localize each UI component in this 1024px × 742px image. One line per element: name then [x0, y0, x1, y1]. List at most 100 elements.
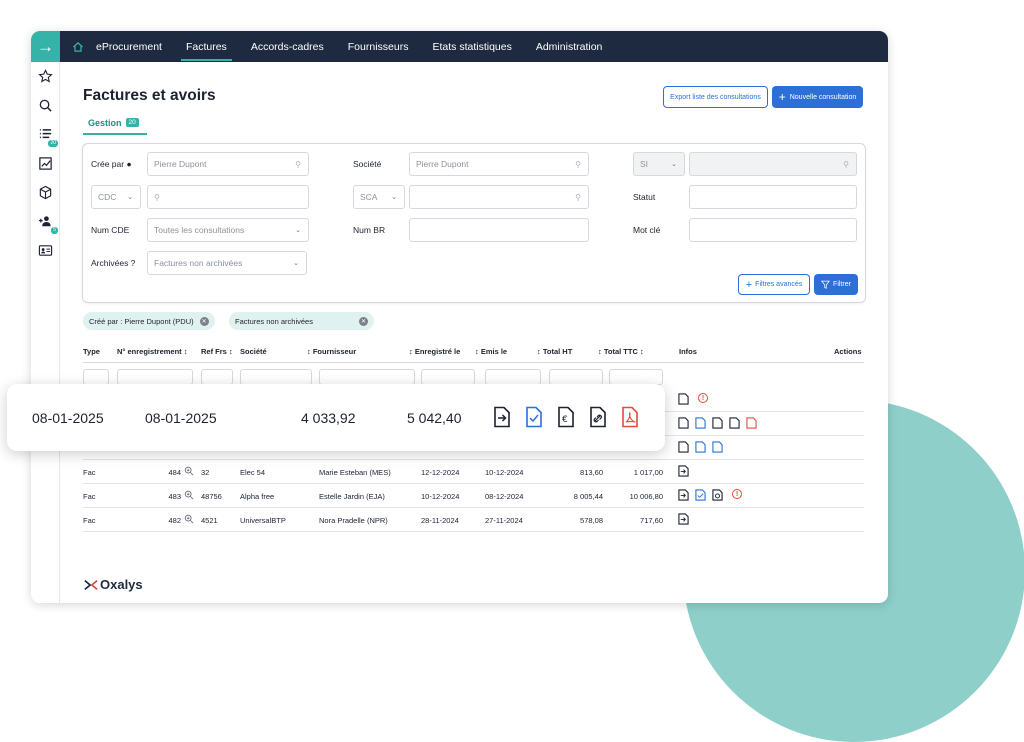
sort-icon: ↕ — [183, 347, 188, 356]
header-num[interactable]: N° enregistrement ↕ — [117, 347, 188, 356]
statut-input[interactable] — [689, 185, 857, 209]
num-br-input[interactable] — [409, 218, 589, 242]
num-filter[interactable] — [117, 369, 193, 385]
doc-euro-icon[interactable] — [712, 489, 723, 501]
sca-select[interactable]: SCA ⌄ — [353, 185, 405, 209]
sort-icon: ↕ — [639, 347, 644, 356]
enregistre-filter[interactable] — [421, 369, 475, 385]
header-fournisseur[interactable]: ↕ Fournisseur — [307, 347, 356, 356]
row-infos — [678, 465, 689, 477]
header-infos: Infos — [679, 347, 697, 356]
ht-filter[interactable] — [549, 369, 603, 385]
id-card-icon[interactable] — [31, 236, 60, 265]
callout-date-enregistre: 08-01-2025 — [32, 410, 104, 426]
zoom-icon[interactable] — [184, 466, 194, 476]
cell-fournisseur: Estelle Jardin (EJA) — [319, 492, 385, 501]
close-icon[interactable]: ✕ — [358, 316, 368, 326]
tab-gestion[interactable]: Gestion 20 — [83, 118, 147, 135]
ref-filter[interactable] — [201, 369, 233, 385]
cell-ttc: 10 006,80 — [629, 492, 663, 501]
doc-arrow-icon[interactable] — [493, 406, 511, 428]
table-row[interactable]: Fac 482 4521 UniversalBTP Nora Pradelle … — [83, 508, 864, 532]
doc-check-icon[interactable] — [695, 441, 706, 453]
nav-fournisseurs[interactable]: Fournisseurs — [348, 31, 409, 62]
sca-input[interactable]: ⚲ — [409, 185, 589, 209]
doc-arrow-icon[interactable] — [678, 513, 689, 525]
warning-icon[interactable]: ! — [732, 489, 742, 499]
nav-eprocurement[interactable]: eProcurement — [96, 31, 162, 62]
cube-icon[interactable] — [31, 178, 60, 207]
doc-arrow-icon[interactable] — [678, 441, 689, 453]
si-select-value: SI — [640, 159, 649, 169]
table-row[interactable]: Fac 484 32 Elec 54 Marie Esteban (MES) 1… — [83, 460, 864, 484]
table-row[interactable]: Fac 483 48756 Alpha free Estelle Jardin … — [83, 484, 864, 508]
pdf-icon[interactable] — [746, 417, 757, 429]
doc-euro-icon[interactable] — [712, 417, 723, 429]
ttc-filter[interactable] — [609, 369, 663, 385]
doc-euro-icon[interactable] — [712, 441, 723, 453]
cdc-input[interactable]: ⚲ — [147, 185, 309, 209]
header-emis[interactable]: ↕ Emis le — [475, 347, 507, 356]
advanced-filters-button[interactable]: + Filtres avancés — [738, 274, 810, 295]
home-icon[interactable] — [60, 41, 96, 53]
nav-accords-cadres[interactable]: Accords-cadres — [251, 31, 324, 62]
fournisseur-filter[interactable] — [319, 369, 415, 385]
nav-administration[interactable]: Administration — [536, 31, 603, 62]
zoom-icon[interactable] — [184, 490, 194, 500]
cell-num: 484 — [168, 468, 181, 477]
doc-check-icon[interactable] — [525, 406, 543, 428]
societe-input[interactable]: Pierre Dupont ⚲ — [409, 152, 589, 176]
doc-link-icon[interactable] — [729, 417, 740, 429]
doc-link-icon[interactable] — [589, 406, 607, 428]
header-ht-label: Total HT — [542, 347, 573, 356]
list-badge: 20 — [48, 140, 58, 147]
societe-label: Société — [353, 159, 382, 169]
si-input[interactable]: ⚲ — [689, 152, 857, 176]
export-button[interactable]: Export liste des consultations — [663, 86, 768, 108]
societe-filter[interactable] — [240, 369, 312, 385]
doc-euro-icon[interactable]: € — [557, 406, 575, 428]
warning-icon[interactable]: ! — [698, 393, 708, 403]
header-fournisseur-label: Fournisseur — [312, 347, 357, 356]
user-add-icon[interactable]: 5 — [31, 207, 60, 236]
cdc-select[interactable]: CDC ⌄ — [91, 185, 141, 209]
search-icon[interactable] — [31, 91, 60, 120]
doc-check-icon[interactable] — [695, 417, 706, 429]
doc-arrow-icon[interactable] — [678, 417, 689, 429]
header-ref-label: Ref Frs — [201, 347, 227, 356]
header-ht[interactable]: ↕ Total HT — [537, 347, 572, 356]
doc-arrow-icon[interactable] — [678, 465, 689, 477]
chip-cree-par: Créé par : Pierre Dupont (PDU) ✕ — [83, 312, 215, 330]
arrow-right-icon[interactable]: → — [31, 31, 60, 62]
doc-arrow-icon[interactable] — [678, 489, 689, 501]
doc-arrow-icon[interactable] — [678, 393, 689, 405]
si-select[interactable]: SI ⌄ — [633, 152, 685, 176]
chevron-down-icon: ⌄ — [671, 161, 677, 168]
header-type[interactable]: Type — [83, 347, 100, 356]
mot-cle-input[interactable] — [689, 218, 857, 242]
emis-filter[interactable] — [485, 369, 541, 385]
archivees-select[interactable]: Factures non archivées ⌄ — [147, 251, 307, 275]
header-ttc[interactable]: ↕ Total TTC ↕ — [598, 347, 644, 356]
header-societe[interactable]: Société — [240, 347, 267, 356]
list-icon[interactable]: 20 — [31, 120, 60, 149]
nav-etats-statistiques[interactable]: Etats statistiques — [432, 31, 511, 62]
doc-check-icon[interactable] — [695, 489, 706, 501]
new-consultation-button[interactable]: + Nouvelle consultation — [772, 86, 863, 108]
chip-archivees: Factures non archivées ✕ — [229, 312, 374, 330]
close-icon[interactable]: ✕ — [199, 316, 209, 326]
cell-ttc: 717,60 — [640, 516, 663, 525]
cree-par-input[interactable]: Pierre Dupont ⚲ — [147, 152, 309, 176]
callout-icons: € — [493, 406, 639, 428]
chevron-down-icon: ⌄ — [293, 260, 299, 267]
header-enregistre[interactable]: ↕ Enregistré le — [409, 347, 460, 356]
pdf-icon[interactable] — [621, 406, 639, 428]
zoom-icon[interactable] — [184, 514, 194, 524]
chart-icon[interactable] — [31, 149, 60, 178]
filter-button[interactable]: Filtrer — [814, 274, 858, 295]
type-filter[interactable] — [83, 369, 109, 385]
num-cde-select[interactable]: Toutes les consultations ⌄ — [147, 218, 309, 242]
star-icon[interactable] — [31, 62, 60, 91]
header-ref[interactable]: Ref Frs ↕ — [201, 347, 233, 356]
nav-factures[interactable]: Factures — [180, 31, 232, 62]
